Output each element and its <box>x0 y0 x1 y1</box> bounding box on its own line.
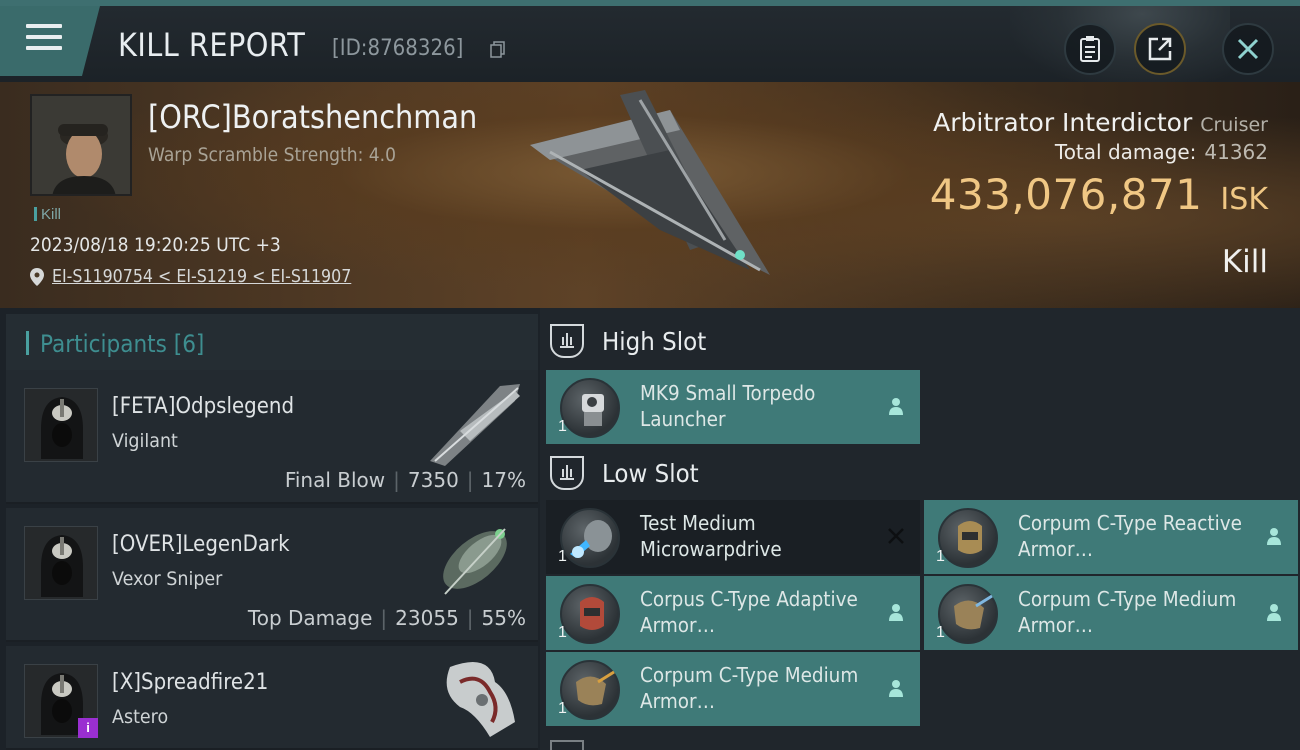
module-card[interactable]: 1 Corpus C-Type Adaptive Armor… <box>546 576 920 650</box>
module-quantity: 1 <box>558 548 567 565</box>
participant-row[interactable]: [OVER]LegenDark Vexor Sniper Top Damage |… <box>6 508 538 642</box>
close-button[interactable] <box>1222 23 1274 75</box>
victim-avatar[interactable] <box>30 94 132 196</box>
pilot-icon <box>889 398 903 415</box>
kill-location[interactable]: EI-S1190754 < EI-S1219 < EI-S11907 <box>30 266 392 287</box>
participant-ship-image <box>446 662 515 737</box>
victim-name[interactable]: [ORC]Boratshenchman <box>148 98 477 136</box>
torpedo-launcher-icon <box>560 378 620 438</box>
module-name: Test Medium Microwarpdrive <box>640 511 782 561</box>
victim-summary: [ORC]Boratshenchman Warp Scramble Streng… <box>0 82 1300 308</box>
pilot-icon <box>1267 604 1281 621</box>
menu-button[interactable] <box>0 6 100 76</box>
participant-name: [OVER]LegenDark <box>112 532 290 557</box>
info-badge: i <box>78 718 98 738</box>
low-slot-header: Low Slot <box>550 448 707 498</box>
kill-datetime: 2023/08/18 19:20:25 UTC +3 <box>30 234 281 256</box>
participants-header: Participants [6] <box>6 314 538 370</box>
low-slot-icon <box>550 456 584 490</box>
hamburger-menu-icon <box>26 24 62 52</box>
module-quantity: 1 <box>936 548 945 565</box>
participant-ship-image <box>430 384 520 466</box>
participant-ship: Vigilant <box>112 430 178 452</box>
module-name: Corpum C-Type Medium Armor… <box>640 663 859 713</box>
module-name: MK9 Small Torpedo Launcher <box>640 381 816 431</box>
location-pin-icon <box>30 267 44 286</box>
isk-value: 433,076,871 ISK <box>929 170 1268 219</box>
planet-backdrop <box>1010 6 1230 88</box>
victim-ship-name[interactable]: Arbitrator Interdictor Cruiser <box>933 108 1268 137</box>
module-quantity: 1 <box>558 624 567 641</box>
kill-result: Kill <box>1221 244 1268 280</box>
module-card[interactable]: 1 Corpum C-Type Medium Armor… <box>924 576 1298 650</box>
report-id: [ID:8768326] <box>332 36 464 61</box>
participants-panel: Participants [6] [FETA]Odpslegend Vigila… <box>0 308 540 750</box>
adaptive-armor-icon <box>560 584 620 644</box>
participant-ship: Vexor Sniper <box>112 568 223 590</box>
participant-ship: Astero <box>112 706 169 728</box>
module-quantity: 1 <box>558 700 567 717</box>
module-name: Corpum C-Type Reactive Armor… <box>1018 511 1242 561</box>
high-slot-header: High Slot <box>550 316 715 366</box>
warp-scramble-strength: Warp Scramble Strength: 4.0 <box>148 144 396 166</box>
destroyed-x-icon <box>888 528 904 544</box>
fitting-panel: High Slot 1 MK9 Small Torpedo Launcher L… <box>540 308 1300 750</box>
victim-ship-class: Cruiser <box>1200 114 1268 136</box>
participant-name: [X]Spreadfire21 <box>112 670 269 695</box>
module-card[interactable]: 1 Corpum C-Type Reactive Armor… <box>924 500 1298 574</box>
kill-tag: Kill <box>34 206 61 223</box>
pilot-icon <box>889 680 903 697</box>
participant-row[interactable]: [FETA]Odpslegend Vigilant Final Blow | 735… <box>6 370 538 504</box>
copy-icon[interactable] <box>490 41 506 59</box>
top-bar: KILL REPORT [ID:8768326] <box>0 0 1300 88</box>
clipboard-icon <box>1080 36 1100 62</box>
pilot-icon <box>889 604 903 621</box>
module-name: Corpus C-Type Adaptive Armor… <box>640 587 858 637</box>
module-card[interactable]: 1 MK9 Small Torpedo Launcher <box>546 370 920 444</box>
participant-ship-image <box>443 528 507 595</box>
module-name: Corpum C-Type Medium Armor… <box>1018 587 1237 637</box>
participant-stats: Final Blow | 7350 | 17% <box>284 468 526 492</box>
participants-title: Participants [6] <box>40 330 205 358</box>
high-slot-title: High Slot <box>602 326 707 356</box>
participant-avatar <box>24 388 98 462</box>
reactive-armor-icon <box>938 508 998 568</box>
clipboard-button[interactable] <box>1064 23 1116 75</box>
mid-slot-icon <box>550 740 584 750</box>
participant-row[interactable]: i [X]Spreadfire21 Astero <box>6 646 538 750</box>
participant-stats: Top Damage | 23055 | 55% <box>247 606 526 630</box>
module-card[interactable]: 1 Test Medium Microwarpdrive <box>546 500 920 574</box>
high-slot-icon <box>550 324 584 358</box>
page-title: KILL REPORT <box>118 26 306 64</box>
medium-armor-icon <box>560 660 620 720</box>
victim-ship-image <box>530 90 770 275</box>
total-damage: Total damage: 41362 <box>1054 140 1268 164</box>
mid-slot-header <box>550 732 602 750</box>
low-slot-title: Low Slot <box>602 458 699 488</box>
share-button[interactable] <box>1134 23 1186 75</box>
close-icon <box>1237 38 1259 60</box>
location-path[interactable]: EI-S1190754 < EI-S1219 < EI-S11907 <box>52 266 351 287</box>
participant-avatar <box>24 526 98 600</box>
module-card[interactable]: 1 Corpum C-Type Medium Armor… <box>546 652 920 726</box>
share-icon <box>1148 37 1172 61</box>
participant-name: [FETA]Odpslegend <box>112 394 295 419</box>
microwarpdrive-icon <box>560 508 620 568</box>
module-quantity: 1 <box>558 418 567 435</box>
medium-armor-icon <box>938 584 998 644</box>
pilot-icon <box>1267 528 1281 545</box>
module-quantity: 1 <box>936 624 945 641</box>
